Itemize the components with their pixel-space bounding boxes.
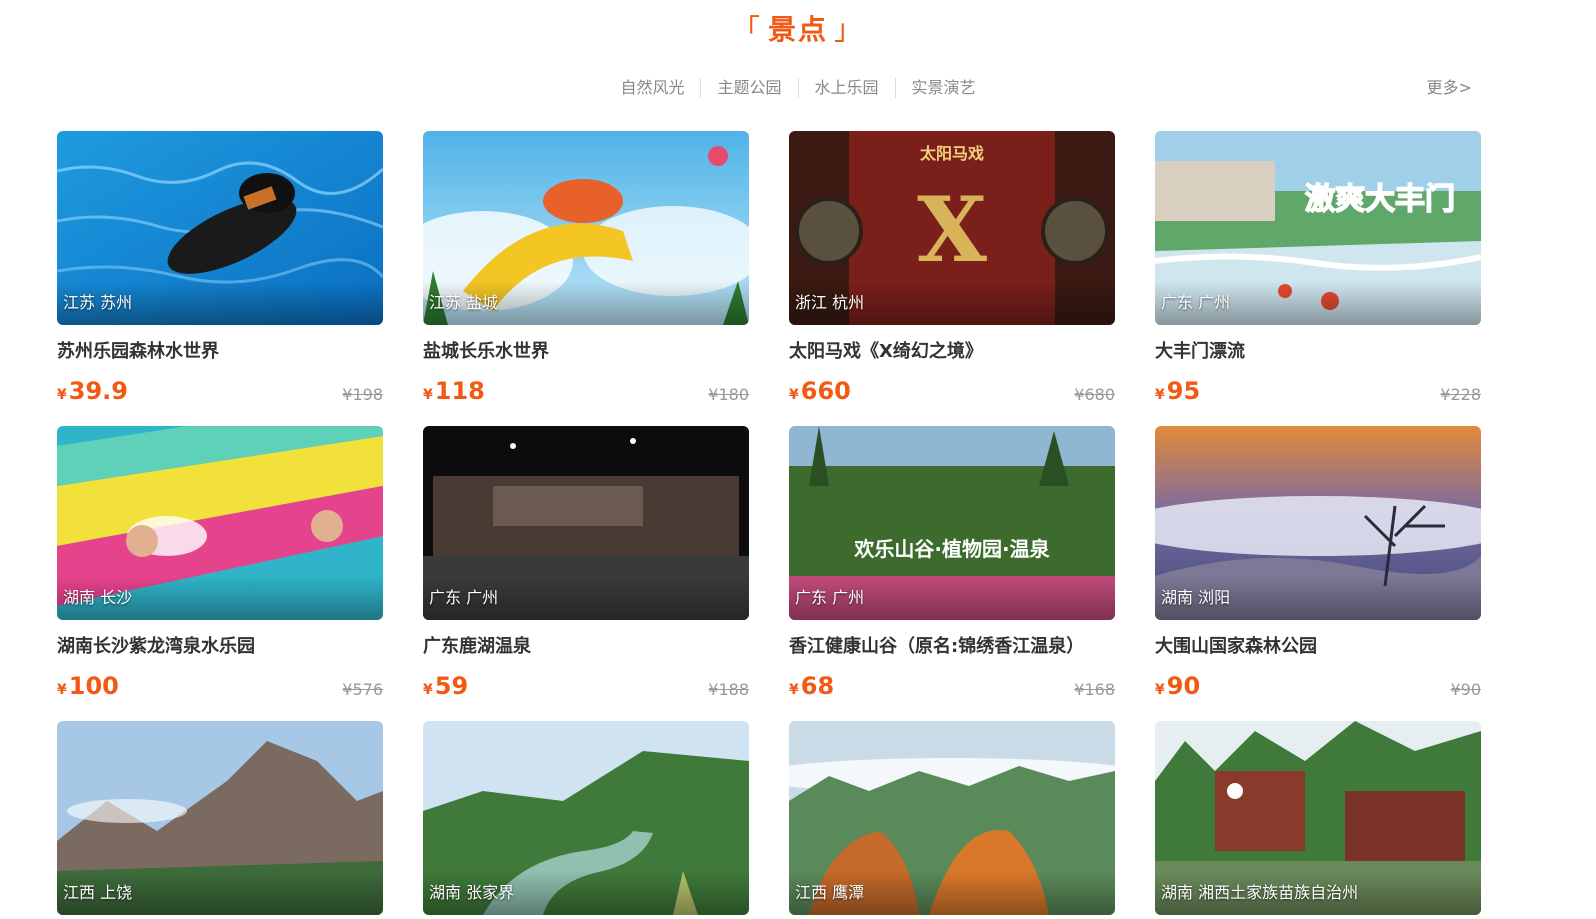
poster-title: 太阳马戏 <box>919 144 984 163</box>
price-value: 118 <box>434 377 485 405</box>
attraction-image[interactable]: 江西 鹰潭 <box>789 721 1115 915</box>
price-value: 100 <box>68 672 119 700</box>
title-bracket-open: 「 <box>731 13 762 46</box>
sale-price: ¥68 <box>789 672 834 700</box>
location-label: 湖南 张家界 <box>423 871 749 915</box>
attraction-name[interactable]: 苏州乐园森林水世界 <box>57 341 383 363</box>
original-price: ¥576 <box>342 680 383 699</box>
attraction-name[interactable]: 湖南长沙紫龙湾泉水乐园 <box>57 636 383 658</box>
price-value: 660 <box>800 377 851 405</box>
yen-symbol: ¥ <box>57 387 67 403</box>
attraction-name[interactable]: 盐城长乐水世界 <box>423 341 749 363</box>
sale-price: ¥660 <box>789 377 851 405</box>
attraction-name[interactable]: 太阳马戏《X绮幻之境》 <box>789 341 1115 363</box>
attraction-card[interactable]: 湖南 湘西土家族苗族自治州 <box>1155 721 1481 915</box>
attraction-image[interactable]: 江苏 盐城 <box>423 131 749 325</box>
price-value: 68 <box>800 672 835 700</box>
tab-theme-park[interactable]: 主题公园 <box>700 78 797 98</box>
attraction-card[interactable]: 湖南 浏阳 大围山国家森林公园 ¥90 ¥90 <box>1155 426 1481 702</box>
attraction-image[interactable]: 湖南 张家界 <box>423 721 749 915</box>
location-label: 江西 上饶 <box>57 871 383 915</box>
original-price: ¥180 <box>708 385 749 404</box>
attraction-image[interactable]: 江西 上饶 <box>57 721 383 915</box>
attraction-name[interactable]: 大围山国家森林公园 <box>1155 636 1481 658</box>
yen-symbol: ¥ <box>57 682 67 698</box>
price-row: ¥90 ¥90 <box>1155 672 1481 702</box>
original-price: ¥188 <box>708 680 749 699</box>
sale-price: ¥39.9 <box>57 377 128 405</box>
price-value: 39.9 <box>68 377 128 405</box>
attraction-card[interactable]: 湖南 长沙 湖南长沙紫龙湾泉水乐园 ¥100 ¥576 <box>57 426 383 702</box>
attraction-card[interactable]: 广东 广州 广东鹿湖温泉 ¥59 ¥188 <box>423 426 749 702</box>
more-link[interactable]: 更多> <box>1427 78 1472 98</box>
yen-symbol: ¥ <box>1155 387 1165 403</box>
original-price: ¥90 <box>1450 680 1481 699</box>
attraction-name[interactable]: 香江健康山谷（原名:锦绣香江温泉） <box>789 636 1115 658</box>
location-label: 湖南 浏阳 <box>1155 576 1481 620</box>
sale-price: ¥118 <box>423 377 485 405</box>
original-price: ¥680 <box>1074 385 1115 404</box>
price-row: ¥68 ¥168 <box>789 672 1115 702</box>
location-label: 湖南 湘西土家族苗族自治州 <box>1155 871 1481 915</box>
original-price: ¥198 <box>342 385 383 404</box>
price-value: 59 <box>434 672 469 700</box>
attraction-image[interactable]: X 太阳马戏 浙江 杭州 <box>789 131 1115 325</box>
poster-title: 欢乐山谷·植物园·温泉 <box>853 537 1050 561</box>
sale-price: ¥90 <box>1155 672 1200 700</box>
yen-symbol: ¥ <box>423 682 433 698</box>
attraction-image[interactable]: 欢乐山谷·植物园·温泉 广东 广州 <box>789 426 1115 620</box>
attraction-card[interactable]: 江苏 盐城 盐城长乐水世界 ¥118 ¥180 <box>423 131 749 407</box>
price-row: ¥59 ¥188 <box>423 672 749 702</box>
sale-price: ¥100 <box>57 672 119 700</box>
title-bracket-close: 」 <box>834 13 865 46</box>
location-label: 广东 广州 <box>423 576 749 620</box>
attraction-image[interactable]: 江苏 苏州 <box>57 131 383 325</box>
location-label: 浙江 杭州 <box>789 281 1115 325</box>
attraction-image[interactable]: 湖南 湘西土家族苗族自治州 <box>1155 721 1481 915</box>
price-value: 90 <box>1166 672 1201 700</box>
location-label: 江苏 盐城 <box>423 281 749 325</box>
sale-price: ¥59 <box>423 672 468 700</box>
price-row: ¥660 ¥680 <box>789 377 1115 407</box>
yen-symbol: ¥ <box>1155 682 1165 698</box>
location-label: 广东 广州 <box>1155 281 1481 325</box>
sale-price: ¥95 <box>1155 377 1200 405</box>
section-title: 「景点」 <box>0 8 1596 48</box>
attraction-image[interactable]: 广东 广州 <box>423 426 749 620</box>
attraction-card[interactable]: 激爽大丰门 广东 广州 大丰门漂流 ¥95 ¥228 <box>1155 131 1481 407</box>
location-label: 湖南 长沙 <box>57 576 383 620</box>
attraction-card[interactable]: 湖南 张家界 <box>423 721 749 915</box>
attraction-card[interactable]: 欢乐山谷·植物园·温泉 广东 广州 香江健康山谷（原名:锦绣香江温泉） ¥68 … <box>789 426 1115 702</box>
attraction-card[interactable]: 江苏 苏州 苏州乐园森林水世界 ¥39.9 ¥198 <box>57 131 383 407</box>
location-label: 江西 鹰潭 <box>789 871 1115 915</box>
tab-live-show[interactable]: 实景演艺 <box>894 78 992 98</box>
original-price: ¥228 <box>1440 385 1481 404</box>
price-row: ¥100 ¥576 <box>57 672 383 702</box>
price-row: ¥39.9 ¥198 <box>57 377 383 407</box>
original-price: ¥168 <box>1074 680 1115 699</box>
yen-symbol: ¥ <box>789 387 799 403</box>
price-row: ¥118 ¥180 <box>423 377 749 407</box>
attraction-name[interactable]: 广东鹿湖温泉 <box>423 636 749 658</box>
category-tabs: 自然风光 主题公园 水上乐园 实景演艺 <box>0 78 1596 98</box>
poster-title: 激爽大丰门 <box>1305 182 1455 217</box>
price-value: 95 <box>1166 377 1201 405</box>
attraction-card[interactable]: X 太阳马戏 浙江 杭州 太阳马戏《X绮幻之境》 ¥660 ¥680 <box>789 131 1115 407</box>
location-label: 广东 广州 <box>789 576 1115 620</box>
attraction-image[interactable]: 湖南 长沙 <box>57 426 383 620</box>
price-row: ¥95 ¥228 <box>1155 377 1481 407</box>
tab-natural-scenery[interactable]: 自然风光 <box>604 78 700 98</box>
tab-water-park[interactable]: 水上乐园 <box>797 78 895 98</box>
attraction-card[interactable]: 江西 鹰潭 <box>789 721 1115 915</box>
attraction-image[interactable]: 湖南 浏阳 <box>1155 426 1481 620</box>
yen-symbol: ¥ <box>789 682 799 698</box>
attraction-name[interactable]: 大丰门漂流 <box>1155 341 1481 363</box>
attraction-image[interactable]: 激爽大丰门 广东 广州 <box>1155 131 1481 325</box>
location-label: 江苏 苏州 <box>57 281 383 325</box>
yen-symbol: ¥ <box>423 387 433 403</box>
svg-text:X: X <box>917 177 987 283</box>
attraction-card[interactable]: 江西 上饶 <box>57 721 383 915</box>
title-text: 景点 <box>767 13 828 46</box>
